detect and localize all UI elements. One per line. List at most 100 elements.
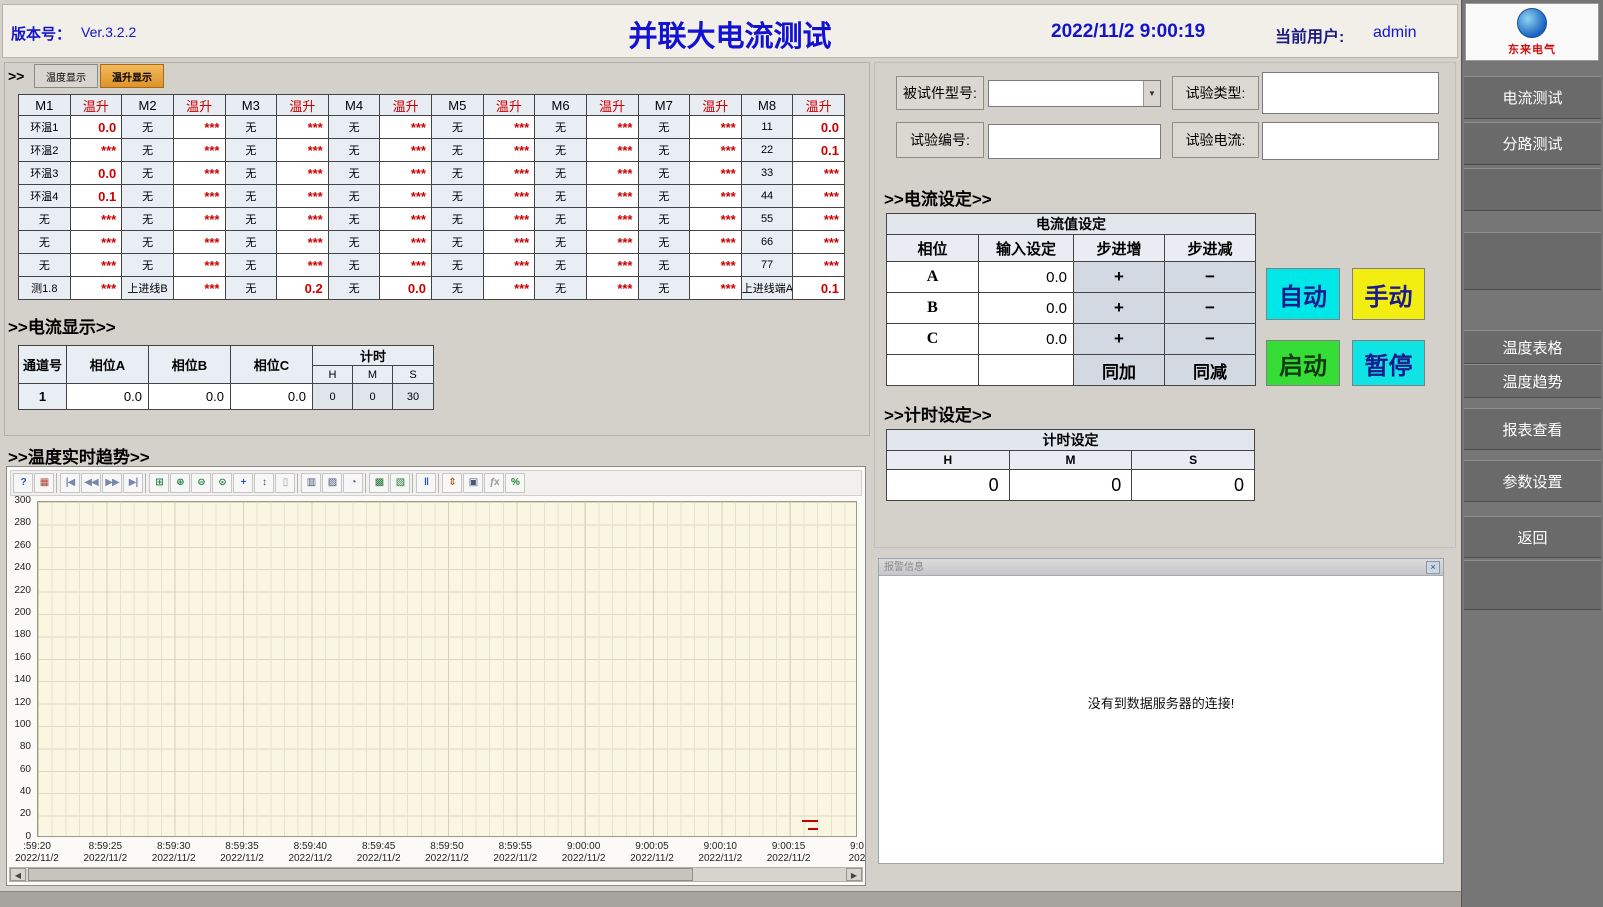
temp-table-body: 环温10.0无***无***无***无***无***无***110.0 环温2*… (19, 116, 845, 300)
temp-table-row: 无***无***无***无***无***无***无***55*** (19, 208, 845, 231)
trend-chart-panel: ? ▦ |◀ ◀◀ ▶▶ ▶| ⊞ ⊕ ⊖ ⊙ (6, 466, 866, 886)
temp-table-header-cell: 温升 (277, 95, 329, 116)
x-axis-time: 8:59:55 (482, 841, 548, 853)
pause-icon[interactable]: ‖ (416, 473, 436, 493)
help-icon[interactable]: ? (13, 473, 33, 493)
step-decrease-button[interactable]: − (1165, 262, 1256, 293)
step-increase-button[interactable]: + (1074, 293, 1165, 324)
y-axis-label: 280 (14, 518, 31, 528)
device-model-select[interactable]: ▼ (988, 80, 1161, 107)
sidebar-button (1464, 168, 1601, 211)
phase-setpoint-input[interactable]: 0.0 (979, 324, 1074, 355)
export-data-icon[interactable]: ▧ (390, 473, 410, 493)
manual-button[interactable]: 手动 (1352, 268, 1425, 320)
current-user-label: 当前用户: (1275, 23, 1344, 47)
nav-next-icon[interactable]: ▶▶ (102, 473, 122, 493)
sidebar-button[interactable]: 温度趋势 (1464, 364, 1601, 398)
current-display-table: 通道号 相位A 相位B 相位C 计时 H M S 1 0.0 0.0 0.0 0… (18, 345, 434, 410)
chart-scrollbar[interactable]: ◀ ▶ (9, 867, 863, 882)
timer-setting-header-cell: H (887, 451, 1010, 470)
zoom-reset-icon[interactable]: ⊙ (212, 473, 232, 493)
y-axis-label: 180 (14, 630, 31, 640)
temp-table-cell: *** (586, 254, 638, 277)
temp-table-cell: 无 (122, 185, 174, 208)
test-number-input[interactable] (988, 124, 1161, 159)
percent-icon[interactable]: % (505, 473, 525, 493)
close-icon[interactable]: × (1426, 561, 1440, 574)
step-increase-button[interactable]: + (1074, 262, 1165, 293)
zoom-out-icon[interactable]: ⊖ (191, 473, 211, 493)
sidebar-button (1464, 232, 1601, 290)
device-model-value (989, 81, 1143, 106)
timer-s-value: 30 (393, 384, 434, 410)
scroll-right-icon[interactable]: ▶ (846, 868, 862, 881)
phase-setpoint-input[interactable] (979, 355, 1074, 386)
scroll-track[interactable] (693, 868, 846, 881)
auto-button[interactable]: 自动 (1266, 268, 1340, 320)
tile-grid-icon[interactable]: ▥ (301, 473, 321, 493)
temp-table-cell: *** (380, 139, 432, 162)
test-current-input[interactable] (1262, 122, 1439, 160)
tab[interactable]: 温升显示 (100, 64, 164, 88)
timer-setting-value-input[interactable]: 0 (887, 470, 1010, 501)
temp-table-cell: 无 (328, 162, 380, 185)
step-decrease-button[interactable]: 同减 (1165, 355, 1256, 386)
time-range-icon[interactable]: ◔ (343, 473, 363, 493)
toolbar-separator (364, 473, 368, 493)
dropdown-arrow-icon[interactable]: ▼ (1143, 81, 1160, 106)
scale-fit-icon[interactable]: ▣ (463, 473, 483, 493)
sidebar-button[interactable]: 参数设置 (1464, 460, 1601, 502)
temp-table-header-cell: 温升 (173, 95, 225, 116)
timer-setting-value-input[interactable]: 0 (1009, 470, 1132, 501)
phase-setpoint-input[interactable]: 0.0 (979, 262, 1074, 293)
scroll-thumb[interactable] (28, 868, 693, 881)
temp-table-cell: 无 (432, 116, 484, 139)
nav-first-icon[interactable]: |◀ (60, 473, 80, 493)
nav-last-icon[interactable]: ▶| (123, 473, 143, 493)
temp-table-cell: 无 (225, 277, 277, 300)
tile-columns-icon[interactable]: ▨ (322, 473, 342, 493)
sidebar-button[interactable]: 返回 (1464, 516, 1601, 558)
legend-icon[interactable]: ▯ (275, 473, 295, 493)
step-decrease-button[interactable]: − (1165, 324, 1256, 355)
zoom-in-icon[interactable]: ⊕ (170, 473, 190, 493)
sidebar-button[interactable]: 分路测试 (1464, 122, 1601, 165)
y-axis-label: 240 (14, 563, 31, 573)
temp-table-cell: 0.1 (793, 139, 845, 162)
temp-table-cell: *** (690, 231, 742, 254)
x-axis-label: 8:59:25 2022/11/2 (72, 841, 138, 865)
temp-table-cell: 无 (432, 254, 484, 277)
temp-table-cell: *** (793, 231, 845, 254)
scroll-left-icon[interactable]: ◀ (10, 868, 26, 881)
y-scale-icon[interactable]: ↕ (254, 473, 274, 493)
x-axis-label: 8:59:35 2022/11/2 (209, 841, 275, 865)
pause-button[interactable]: 暂停 (1352, 340, 1425, 386)
temp-table-cell: 22 (741, 139, 793, 162)
sidebar-button[interactable]: 报表查看 (1464, 408, 1601, 450)
step-increase-button[interactable]: 同加 (1074, 355, 1165, 386)
tab[interactable]: 温度显示 (34, 64, 98, 88)
copy-data-icon[interactable]: ▩ (369, 473, 389, 493)
temp-table-cell: *** (690, 277, 742, 300)
fx-icon[interactable]: ƒx (484, 473, 504, 493)
step-decrease-button[interactable]: − (1165, 293, 1256, 324)
current-setting-title: >>电流设定>> (884, 185, 992, 210)
step-increase-button[interactable]: + (1074, 324, 1165, 355)
current-display-title: >>电流显示>> (8, 313, 116, 338)
cursor-y-icon[interactable]: ⇕ (442, 473, 462, 493)
test-type-label: 试验类型: (1172, 76, 1259, 110)
sidebar-button[interactable]: 电流测试 (1464, 76, 1601, 119)
phase-setpoint-input[interactable]: 0.0 (979, 293, 1074, 324)
start-button[interactable]: 启动 (1266, 340, 1340, 386)
sidebar-button[interactable]: 温度表格 (1464, 330, 1601, 364)
zoom-window-icon[interactable]: ⊞ (149, 473, 169, 493)
nav-prev-icon[interactable]: ◀◀ (81, 473, 101, 493)
temp-table-cell: 上进线端A (741, 277, 793, 300)
save-chart-icon[interactable]: ▦ (34, 473, 54, 493)
test-type-input[interactable] (1262, 72, 1439, 114)
temp-table-cell: *** (380, 116, 432, 139)
y-axis-label: 300 (14, 496, 31, 506)
pan-icon[interactable]: + (233, 473, 253, 493)
x-axis-label: 9:00:15 2022/11/2 (756, 841, 822, 865)
timer-setting-value-input[interactable]: 0 (1132, 470, 1255, 501)
